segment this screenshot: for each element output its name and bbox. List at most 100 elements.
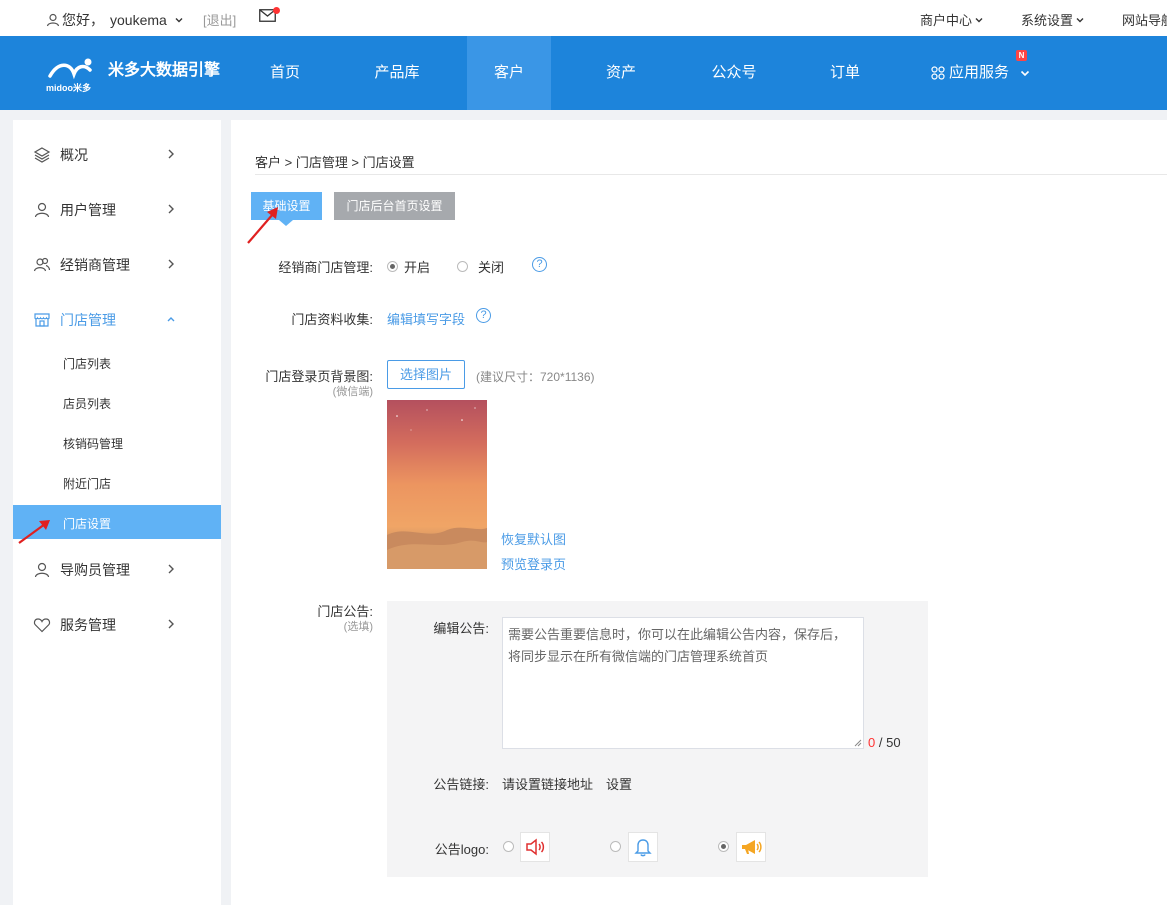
edit-notice-label: 编辑公告: [433, 621, 489, 636]
merchant-center-label: 商户中心 [920, 13, 973, 28]
choose-image-button[interactable]: 选择图片 [387, 360, 465, 389]
sidebar-sub-clerk-list[interactable]: 店员列表 [13, 385, 221, 419]
nav-customers[interactable]: 客户 [467, 36, 551, 110]
char-max: / 50 [878, 735, 901, 750]
notice-sublabel: (选填) [343, 621, 373, 633]
tab-label: 门店后台首页设置 [346, 199, 443, 213]
sidebar-item-users[interactable]: 用户管理 [13, 193, 221, 227]
sidebar-sub-label: 附近门店 [63, 477, 112, 491]
chevron-right-icon [168, 619, 174, 629]
sidebar-item-label: 用户管理 [60, 202, 116, 218]
sidebar-sub-nearby-stores[interactable]: 附近门店 [13, 465, 221, 499]
brand-name: 米多大数据引擎 [108, 62, 221, 79]
notice-link-value: 请设置链接地址 [502, 777, 594, 792]
user-icon [34, 202, 50, 218]
dealer-store-label: 经销商门店管理: [278, 260, 373, 275]
site-nav-label: 网站导航 [1122, 13, 1167, 28]
restore-default-link[interactable]: 恢复默认图 [501, 529, 566, 548]
top-bar: 您好， youkema [退出] 商户中心 系统设置 网站导航 [0, 0, 1167, 36]
app-services-label: 应用服务 [949, 64, 1010, 81]
sidebar-sub-label: 门店设置 [63, 517, 112, 531]
sidebar-item-dealers[interactable]: 经销商管理 [13, 248, 221, 282]
sidebar-sub-label: 核销码管理 [63, 437, 124, 451]
unread-dot [273, 7, 280, 14]
notice-panel: 编辑公告: 需要公告重要信息时，你可以在此编辑公告内容，保存后，将同步显示在所有… [387, 601, 928, 877]
mail-button[interactable] [259, 7, 280, 25]
logo-text: midoo米多 [46, 82, 91, 93]
sidebar-sub-store-list[interactable]: 门店列表 [13, 345, 221, 379]
site-nav-menu[interactable]: 网站导航 [1122, 10, 1167, 29]
user-icon [46, 13, 60, 27]
heart-icon [33, 618, 51, 633]
main-content: 客户 > 门店管理 > 门店设置 基础设置 门店后台首页设置 经销商门店管理: … [231, 120, 1167, 905]
logo-radio-megaphone[interactable] [718, 841, 729, 852]
sidebar-sub-verify-code[interactable]: 核销码管理 [13, 425, 221, 459]
nav-assets[interactable]: 资产 [583, 36, 659, 110]
chevron-right-icon [168, 204, 174, 214]
preview-login-link[interactable]: 预览登录页 [501, 554, 566, 573]
bell-icon [634, 839, 652, 857]
char-counter: 0 / 50 [868, 735, 901, 750]
login-bg-sublabel: (微信端) [332, 386, 373, 398]
users-icon [33, 257, 51, 272]
merchant-center-menu[interactable]: 商户中心 [920, 10, 984, 29]
char-count: 0 [868, 735, 876, 750]
radio-button[interactable] [387, 261, 398, 272]
system-settings-label: 系统设置 [1021, 13, 1074, 28]
nav-home[interactable]: 首页 [248, 36, 322, 110]
sidebar-item-stores[interactable]: 门店管理 [13, 303, 221, 337]
radio-open[interactable]: 开启 [387, 257, 430, 276]
background-preview-image [387, 400, 487, 569]
logo-option-bell[interactable] [628, 832, 658, 862]
sidebar: 概况 用户管理 经销商管理 门店管理 门店列表 店员列表 核销码管理 附近门店 … [13, 120, 221, 905]
logo[interactable]: midoo米多 米多大数据引擎 [46, 56, 220, 94]
layers-icon [33, 147, 51, 163]
nav-app-services[interactable]: 应用服务 [925, 36, 1040, 110]
sidebar-item-label: 概况 [60, 147, 88, 163]
dunes-illustration [387, 407, 487, 569]
username: youkema [110, 12, 167, 28]
new-badge: N [1016, 50, 1027, 61]
logo-option-speaker[interactable] [520, 832, 550, 862]
radio-close-label: 关闭 [478, 260, 505, 275]
tab-store-home-settings[interactable]: 门店后台首页设置 [334, 192, 455, 220]
logo-option-megaphone[interactable] [736, 832, 766, 862]
chevron-right-icon [168, 564, 174, 574]
chevron-right-icon [168, 149, 174, 159]
system-settings-menu[interactable]: 系统设置 [1021, 10, 1085, 29]
nav-products[interactable]: 产品库 [358, 36, 436, 110]
logo-radio-bell[interactable] [610, 841, 621, 852]
sidebar-item-label: 导购员管理 [60, 562, 130, 578]
divider [255, 174, 1167, 175]
nav-official-account[interactable]: 公众号 [695, 36, 773, 110]
notice-textarea[interactable]: 需要公告重要信息时，你可以在此编辑公告内容，保存后，将同步显示在所有微信端的门店… [502, 617, 864, 749]
user-greeting[interactable]: 您好， youkema [46, 10, 186, 30]
sidebar-item-label: 服务管理 [60, 617, 116, 633]
sidebar-sub-label: 店员列表 [63, 397, 112, 411]
nav-orders[interactable]: 订单 [807, 36, 883, 110]
breadcrumb: 客户 > 门店管理 > 门店设置 [255, 155, 415, 170]
chevron-up-icon [167, 317, 175, 322]
help-icon[interactable]: ? [532, 257, 547, 272]
help-icon[interactable]: ? [476, 308, 491, 323]
logo-radio-speaker[interactable] [503, 841, 514, 852]
speaker-icon [526, 838, 545, 856]
logout-link[interactable]: [退出] [203, 10, 236, 29]
notice-logo-label: 公告logo: [434, 842, 489, 857]
radio-button[interactable] [457, 261, 468, 272]
sidebar-item-services[interactable]: 服务管理 [13, 608, 221, 642]
radio-close[interactable]: 关闭 [457, 257, 504, 276]
chevron-down-icon [1020, 70, 1030, 77]
sidebar-item-label: 经销商管理 [60, 257, 130, 273]
sidebar-item-overview[interactable]: 概况 [13, 138, 221, 172]
greeting-text: 您好， [62, 12, 104, 28]
sidebar-item-label: 门店管理 [60, 312, 116, 328]
chevron-down-icon [975, 17, 983, 22]
grid-icon [931, 66, 945, 80]
notice-link-label: 公告链接: [433, 777, 489, 792]
set-link-button[interactable]: 设置 [606, 774, 632, 793]
radio-open-label: 开启 [404, 260, 431, 275]
edit-fields-link[interactable]: 编辑填写字段 [387, 309, 465, 328]
sidebar-item-guides[interactable]: 导购员管理 [13, 553, 221, 587]
megaphone-icon [742, 840, 762, 854]
